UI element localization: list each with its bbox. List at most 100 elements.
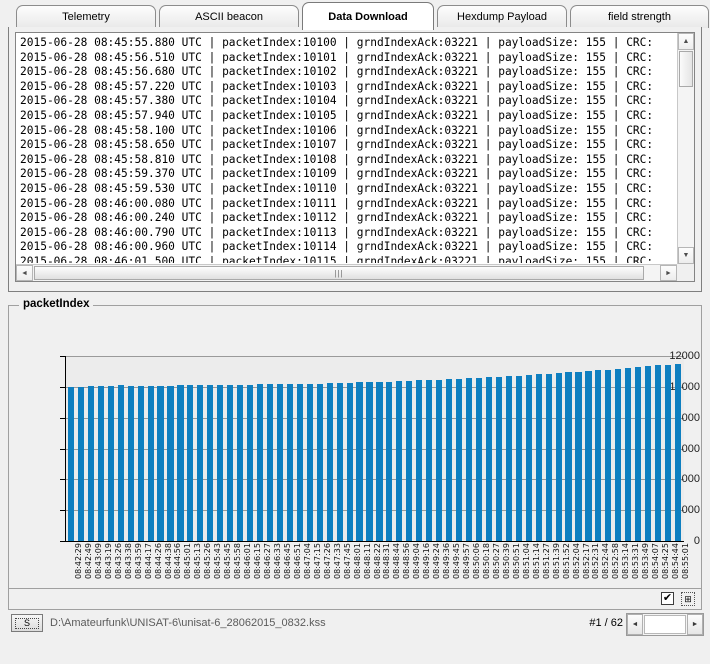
x-tick-label: 08:47:15: [312, 543, 322, 579]
chart-bar: [326, 383, 333, 541]
x-tick-label: 08:46:51: [292, 543, 302, 579]
x-tick-label: 08:49:45: [452, 543, 462, 579]
record-counter: #1 / 62: [589, 617, 623, 629]
x-tick-label: 08:52:58: [611, 543, 621, 579]
chart-bar: [575, 371, 582, 541]
record-scroll-track[interactable]: [644, 615, 686, 634]
tab-hexdump-payload[interactable]: Hexdump Payload: [437, 5, 567, 28]
log-horizontal-scrollbar[interactable]: ◄ ||| ►: [16, 264, 677, 281]
x-tick-label: 08:44:38: [163, 543, 173, 579]
chart-bar: [197, 385, 204, 541]
chart-bar: [247, 384, 254, 541]
x-tick-label: 08:48:01: [352, 543, 362, 579]
chart-options-panel: ✔ ⊞: [8, 588, 702, 610]
chart-bar: [276, 384, 284, 541]
chart-bar: [157, 385, 164, 541]
current-file-path: D:\Amateurfunk\UNISAT-6\unisat-6_2806201…: [50, 617, 326, 629]
x-tick-label: 08:48:56: [402, 543, 412, 579]
chart-bar: [495, 376, 502, 541]
log-vertical-scrollbar[interactable]: ▲ ▼: [677, 33, 694, 264]
chart-bar: [525, 375, 532, 541]
chart-bar: [535, 374, 542, 541]
chart-bar: [625, 367, 632, 541]
autoscale-checkbox[interactable]: ✔: [661, 592, 674, 605]
x-tick-label: 08:49:36: [442, 543, 452, 579]
chart-bar: [67, 386, 75, 541]
chart-x-axis: [65, 541, 684, 542]
chart-bar: [266, 384, 274, 541]
tab-data-download[interactable]: Data Download: [302, 2, 434, 30]
record-navigation-scrollbar[interactable]: ◄ ►: [626, 613, 704, 636]
chart-bar: [217, 384, 224, 541]
chart-bar: [207, 385, 214, 541]
tab-page-data-download: 2015-06-28 08:45:55.880 UTC | packetInde…: [8, 27, 702, 292]
scroll-up-arrow-icon[interactable]: ▲: [678, 33, 694, 50]
chart-bar: [485, 377, 492, 541]
application-window: Telemetry ASCII beacon Data Download Hexdum…: [0, 0, 710, 664]
save-icon: S: [15, 617, 39, 629]
x-tick-label: 08:45:43: [213, 543, 223, 579]
log-line: 2015-06-28 08:45:55.880 UTC | packetInde…: [20, 36, 654, 49]
x-tick-label: 08:50:51: [511, 543, 521, 579]
chart-bar: [137, 385, 144, 541]
x-tick-label: 08:52:44: [601, 543, 611, 579]
x-tick-label: 08:51:04: [521, 543, 531, 579]
log-line: 2015-06-28 08:46:00.240 UTC | packetInde…: [20, 211, 654, 225]
log-line: 2015-06-28 08:45:56.510 UTC | packetInde…: [20, 50, 654, 64]
chart-bar: [396, 381, 403, 541]
x-tick-label: 08:53:31: [631, 543, 641, 579]
x-tick-label: 08:42:49: [83, 543, 93, 579]
packet-log-panel[interactable]: 2015-06-28 08:45:55.880 UTC | packetInde…: [15, 32, 695, 282]
chart-bar: [117, 385, 124, 541]
packet-log-lines[interactable]: 2015-06-28 08:45:55.880 UTC | packetInde…: [16, 34, 677, 263]
chart-bar: [386, 381, 393, 541]
chart-bar: [465, 378, 473, 541]
x-tick-label: 08:46:27: [263, 543, 273, 579]
chart-bar: [356, 382, 363, 541]
chart-bar: [97, 386, 104, 541]
tab-telemetry[interactable]: Telemetry: [16, 5, 156, 28]
autoscale-checkbox-wrap[interactable]: ✔: [661, 592, 675, 606]
chart-x-tick-labels: 08:42:29 08:42:49 08:43:09 08:43:19 08:43:26…: [66, 543, 690, 588]
x-tick-label: 08:44:56: [173, 543, 183, 579]
chart-bar: [585, 371, 592, 541]
x-tick-label: 08:47:45: [342, 543, 352, 579]
x-tick-label: 08:48:11: [362, 543, 372, 579]
x-tick-label: 08:51:52: [561, 543, 571, 579]
scroll-down-arrow-icon[interactable]: ▼: [678, 247, 694, 264]
x-tick-label: 08:49:04: [412, 543, 422, 579]
next-record-arrow-icon[interactable]: ►: [687, 614, 703, 635]
y-tick-mark: [60, 356, 65, 357]
tab-ascii-beacon[interactable]: ASCII beacon: [159, 5, 299, 28]
x-tick-label: 08:47:04: [302, 543, 312, 579]
x-tick-label: 08:43:38: [123, 543, 133, 579]
chart-bar: [515, 375, 522, 541]
chart-bar: [664, 364, 672, 541]
chart-bar: [316, 383, 323, 541]
x-tick-label: 08:46:15: [253, 543, 263, 579]
chart-bar: [177, 385, 184, 541]
chart-bar: [645, 366, 652, 541]
chart-bars: [66, 356, 683, 541]
x-tick-label: 08:50:18: [481, 543, 491, 579]
x-tick-label: 08:53:49: [641, 543, 651, 579]
log-line: 2015-06-28 08:45:59.530 UTC | packetInde…: [20, 181, 654, 195]
scroll-left-arrow-icon[interactable]: ◄: [16, 265, 33, 281]
log-line: 2015-06-28 08:45:57.380 UTC | packetInde…: [20, 94, 654, 108]
save-file-button[interactable]: S: [11, 614, 43, 632]
x-tick-label: 08:45:01: [183, 543, 193, 579]
chart-bar: [227, 384, 234, 541]
chart-bar: [426, 380, 433, 541]
chart-bar: [256, 384, 264, 541]
tab-field-strength[interactable]: field strength: [570, 5, 709, 28]
horizontal-scroll-thumb[interactable]: |||: [34, 266, 644, 280]
log-line: 2015-06-28 08:45:56.680 UTC | packetInde…: [20, 65, 654, 79]
previous-record-arrow-icon[interactable]: ◄: [627, 614, 643, 635]
vertical-scroll-thumb[interactable]: [679, 51, 693, 87]
chart-settings-button[interactable]: ⊞: [681, 592, 695, 606]
x-tick-label: 08:54:07: [651, 543, 661, 579]
chart-bar: [296, 383, 303, 541]
x-tick-label: 08:52:31: [591, 543, 601, 579]
scroll-right-arrow-icon[interactable]: ►: [660, 265, 677, 281]
x-tick-label: 08:52:17: [581, 543, 591, 579]
